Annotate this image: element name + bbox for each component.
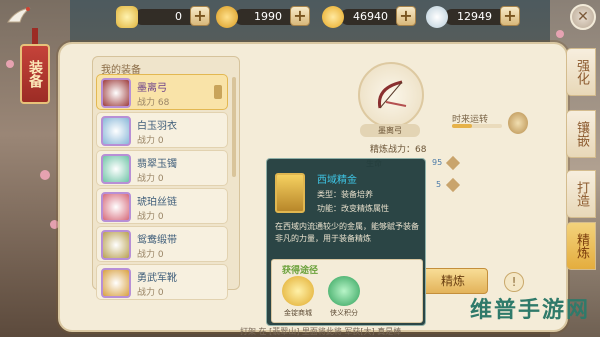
currency-bar: 0 + 1990 + 46940 + 12949 + ✕ [0, 4, 600, 30]
equipment-row[interactable]: 勇武军靴战力 0 [96, 264, 228, 300]
equipment-icon [101, 230, 131, 260]
equipment-icon [101, 116, 131, 146]
section-tag: 装备 [20, 44, 50, 104]
source-chivalry-points[interactable]: 侠义积分 [324, 276, 364, 322]
equipment-row[interactable]: 琥珀丝链战力 0 [96, 188, 228, 224]
source-label: 侠义积分 [330, 309, 358, 317]
equipment-medallion [358, 62, 424, 128]
acquisition-title: 获得途径 [282, 266, 319, 276]
tooltip-item-function: 功能：改变精炼属性 [317, 204, 389, 213]
equipment-name: 勇武军靴 [137, 273, 177, 284]
source-gold-shop[interactable]: 金锭商城 [278, 276, 318, 322]
tab-refine[interactable]: 精炼 [566, 222, 596, 270]
tag-knot [32, 28, 38, 44]
yuanbao-icon [322, 6, 344, 28]
equipment-row[interactable]: 翡翠玉镯战力 0 [96, 150, 228, 186]
blossom [40, 170, 50, 180]
blossom [556, 30, 564, 38]
bow-icon [377, 80, 407, 109]
tab-strengthen[interactable]: 强化 [566, 48, 596, 96]
jade-icon [426, 6, 448, 28]
silver-ingot-icon [116, 6, 138, 28]
add-jade-button[interactable]: + [500, 6, 520, 26]
refine-button[interactable]: 精炼 [418, 268, 488, 294]
close-button[interactable]: ✕ [570, 4, 596, 30]
treasure-pot-icon[interactable] [508, 112, 528, 134]
tooltip-item-name: 西域精金 [317, 175, 357, 186]
equipment-name: 琥珀丝链 [137, 197, 177, 208]
refine-power: 精炼战力：68 [370, 145, 427, 155]
bonus-progress [452, 124, 502, 128]
stat-value: 5 [436, 180, 442, 189]
equipment-icon [101, 268, 131, 298]
equipment-power: 战力 0 [137, 136, 164, 146]
acquisition-panel: 获得途径 金锭商城 侠义积分 [271, 259, 423, 323]
tab-inlay[interactable]: 镶嵌 [566, 110, 596, 158]
equipment-power: 战力 0 [137, 288, 164, 298]
equipment-power: 战力 0 [137, 174, 164, 184]
blossom [6, 60, 14, 68]
jade-orb-icon [328, 276, 360, 306]
add-yuanbao-button[interactable]: + [396, 6, 416, 26]
equipment-power: 战力 0 [137, 250, 164, 260]
gold-ore-icon [275, 173, 305, 213]
equipment-power: 战力 68 [137, 98, 170, 108]
watermark: 维普手游网 [470, 298, 591, 323]
source-label: 金锭商城 [284, 309, 312, 317]
equipment-row[interactable]: 墨离弓战力 68 [96, 74, 228, 110]
equipment-name: 墨离弓 [360, 124, 420, 137]
equipment-name: 鸳鸯缎带 [137, 235, 177, 246]
add-gold-button[interactable]: + [290, 6, 310, 26]
gold-ingot-icon [282, 276, 314, 306]
back-button[interactable] [4, 2, 34, 32]
selected-indicator [214, 85, 222, 99]
equipment-row[interactable]: 白玉羽衣战力 0 [96, 112, 228, 148]
equipment-name: 白玉羽衣 [137, 121, 177, 132]
tab-forge[interactable]: 打造 [566, 170, 596, 218]
equipment-name: 墨离弓 [137, 83, 167, 94]
tooltip-description: 在西域内流通较少的金属，能够赋予装备非凡的力量，用于装备精炼 [275, 222, 419, 243]
chat-ticker: 打架 在 [翡翠山] 里面将此将 军获[大] 真是棒 [240, 327, 402, 336]
crane-icon [7, 7, 31, 23]
gold-coins-icon [216, 6, 238, 28]
equipment-power: 战力 0 [137, 212, 164, 222]
equipment-name: 翡翠玉镯 [137, 159, 177, 170]
tooltip-item-type: 类型：装备培养 [317, 190, 373, 199]
stat-value: 95 [432, 158, 443, 167]
info-button[interactable]: ! [504, 272, 524, 292]
equipment-icon [101, 78, 131, 108]
equipment-icon [101, 192, 131, 222]
item-tooltip: 西域精金 类型：装备培养 功能：改变精炼属性 在西域内流通较少的金属，能够赋予装… [266, 158, 426, 326]
equipment-icon [101, 154, 131, 184]
scrollbar[interactable] [232, 77, 236, 177]
add-silver-button[interactable]: + [190, 6, 210, 26]
equipment-row[interactable]: 鸳鸯缎带战力 0 [96, 226, 228, 262]
